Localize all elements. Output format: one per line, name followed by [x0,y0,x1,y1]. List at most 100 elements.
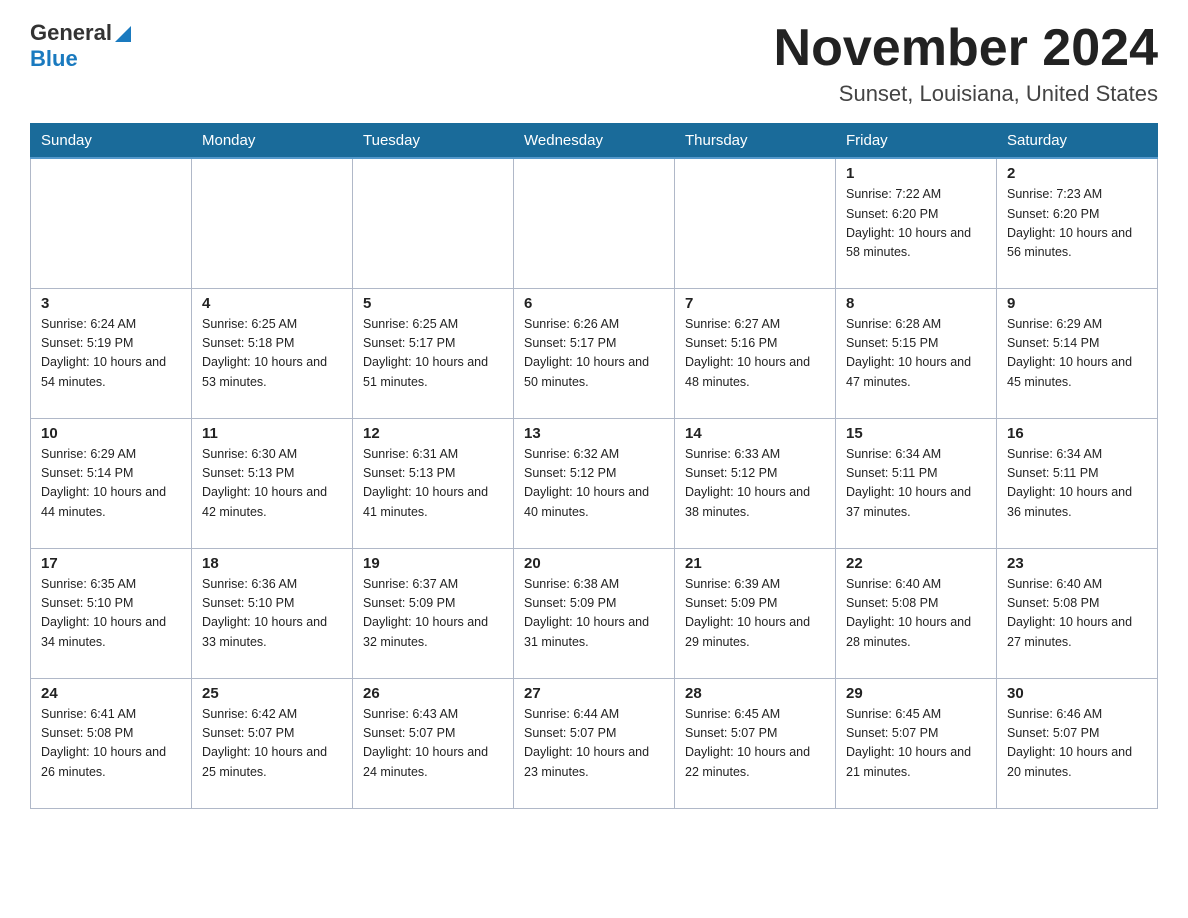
weekday-header-sunday: Sunday [31,124,192,159]
calendar-cell: 17Sunrise: 6:35 AMSunset: 5:10 PMDayligh… [31,548,192,678]
day-number: 1 [846,165,986,182]
day-detail: Sunrise: 6:45 AMSunset: 5:07 PMDaylight:… [846,705,986,783]
calendar-cell: 27Sunrise: 6:44 AMSunset: 5:07 PMDayligh… [514,678,675,808]
day-detail: Sunrise: 6:38 AMSunset: 5:09 PMDaylight:… [524,575,664,653]
day-detail: Sunrise: 7:23 AMSunset: 6:20 PMDaylight:… [1007,185,1147,263]
day-number: 21 [685,555,825,572]
day-detail: Sunrise: 6:31 AMSunset: 5:13 PMDaylight:… [363,445,503,523]
logo-general-text: General [30,20,112,46]
calendar-cell: 5 Sunrise: 6:25 AMSunset: 5:17 PMDaylight… [353,288,514,418]
day-number: 4 [202,295,342,312]
calendar-cell: 18Sunrise: 6:36 AMSunset: 5:10 PMDayligh… [192,548,353,678]
day-number: 29 [846,685,986,702]
calendar-cell: 10 Sunrise: 6:29 AMSunset: 5:14 PMDayligh… [31,418,192,548]
day-number: 8 [846,295,986,312]
calendar-week-row: 24Sunrise: 6:41 AMSunset: 5:08 PMDayligh… [31,678,1158,808]
calendar-cell: 24Sunrise: 6:41 AMSunset: 5:08 PMDayligh… [31,678,192,808]
day-number: 18 [202,555,342,572]
calendar-cell: 26 Sunrise: 6:43 AMSunset: 5:07 PMDayligh… [353,678,514,808]
day-detail: Sunrise: 6:44 AMSunset: 5:07 PMDaylight:… [524,705,664,783]
calendar-table: SundayMondayTuesdayWednesdayThursdayFrid… [30,123,1158,809]
day-number: 10 [41,425,181,442]
calendar-cell: 15Sunrise: 6:34 AMSunset: 5:11 PMDayligh… [836,418,997,548]
weekday-header-saturday: Saturday [997,124,1158,159]
day-number: 23 [1007,555,1147,572]
calendar-week-row: 10 Sunrise: 6:29 AMSunset: 5:14 PMDayligh… [31,418,1158,548]
weekday-header-tuesday: Tuesday [353,124,514,159]
calendar-cell: 9 Sunrise: 6:29 AMSunset: 5:14 PMDaylight… [997,288,1158,418]
calendar-header: SundayMondayTuesdayWednesdayThursdayFrid… [31,124,1158,159]
calendar-cell: 3 Sunrise: 6:24 AMSunset: 5:19 PMDaylight… [31,288,192,418]
day-detail: Sunrise: 6:29 AMSunset: 5:14 PMDaylight:… [1007,315,1147,393]
calendar-cell: 14 Sunrise: 6:33 AMSunset: 5:12 PMDayligh… [675,418,836,548]
day-number: 6 [524,295,664,312]
day-detail: Sunrise: 6:34 AMSunset: 5:11 PMDaylight:… [1007,445,1147,523]
calendar-body: 1Sunrise: 7:22 AMSunset: 6:20 PMDaylight… [31,158,1158,808]
weekday-header-row: SundayMondayTuesdayWednesdayThursdayFrid… [31,124,1158,159]
calendar-cell: 30 Sunrise: 6:46 AMSunset: 5:07 PMDayligh… [997,678,1158,808]
day-number: 13 [524,425,664,442]
calendar-cell [31,158,192,288]
calendar-cell [353,158,514,288]
calendar-cell: 23Sunrise: 6:40 AMSunset: 5:08 PMDayligh… [997,548,1158,678]
calendar-week-row: 3 Sunrise: 6:24 AMSunset: 5:19 PMDaylight… [31,288,1158,418]
calendar-cell: 1Sunrise: 7:22 AMSunset: 6:20 PMDaylight… [836,158,997,288]
day-number: 12 [363,425,503,442]
calendar-cell: 4 Sunrise: 6:25 AMSunset: 5:18 PMDaylight… [192,288,353,418]
calendar-cell: 16Sunrise: 6:34 AMSunset: 5:11 PMDayligh… [997,418,1158,548]
title-area: November 2024 Sunset, Louisiana, United … [774,20,1158,107]
logo-blue-text: Blue [30,46,78,71]
day-detail: Sunrise: 6:41 AMSunset: 5:08 PMDaylight:… [41,705,181,783]
day-detail: Sunrise: 6:25 AMSunset: 5:18 PMDaylight:… [202,315,342,393]
calendar-cell: 7 Sunrise: 6:27 AMSunset: 5:16 PMDaylight… [675,288,836,418]
calendar-cell [514,158,675,288]
page-header: General Blue November 2024 Sunset, Louis… [30,20,1158,107]
day-number: 15 [846,425,986,442]
day-number: 25 [202,685,342,702]
calendar-cell: 29 Sunrise: 6:45 AMSunset: 5:07 PMDayligh… [836,678,997,808]
day-detail: Sunrise: 6:46 AMSunset: 5:07 PMDaylight:… [1007,705,1147,783]
calendar-week-row: 1Sunrise: 7:22 AMSunset: 6:20 PMDaylight… [31,158,1158,288]
day-detail: Sunrise: 6:25 AMSunset: 5:17 PMDaylight:… [363,315,503,393]
day-detail: Sunrise: 6:39 AMSunset: 5:09 PMDaylight:… [685,575,825,653]
day-number: 9 [1007,295,1147,312]
day-detail: Sunrise: 6:28 AMSunset: 5:15 PMDaylight:… [846,315,986,393]
day-detail: Sunrise: 6:32 AMSunset: 5:12 PMDaylight:… [524,445,664,523]
day-number: 28 [685,685,825,702]
calendar-cell: 12 Sunrise: 6:31 AMSunset: 5:13 PMDayligh… [353,418,514,548]
calendar-cell: 13 Sunrise: 6:32 AMSunset: 5:12 PMDayligh… [514,418,675,548]
day-detail: Sunrise: 6:27 AMSunset: 5:16 PMDaylight:… [685,315,825,393]
day-detail: Sunrise: 6:40 AMSunset: 5:08 PMDaylight:… [846,575,986,653]
day-number: 14 [685,425,825,442]
day-detail: Sunrise: 6:43 AMSunset: 5:07 PMDaylight:… [363,705,503,783]
calendar-cell: 25 Sunrise: 6:42 AMSunset: 5:07 PMDayligh… [192,678,353,808]
calendar-cell: 11 Sunrise: 6:30 AMSunset: 5:13 PMDayligh… [192,418,353,548]
calendar-cell [675,158,836,288]
logo: General Blue [30,20,131,72]
weekday-header-thursday: Thursday [675,124,836,159]
day-number: 22 [846,555,986,572]
day-detail: Sunrise: 6:42 AMSunset: 5:07 PMDaylight:… [202,705,342,783]
day-number: 7 [685,295,825,312]
weekday-header-wednesday: Wednesday [514,124,675,159]
day-number: 11 [202,425,342,442]
day-detail: Sunrise: 6:33 AMSunset: 5:12 PMDaylight:… [685,445,825,523]
calendar-cell [192,158,353,288]
day-detail: Sunrise: 6:26 AMSunset: 5:17 PMDaylight:… [524,315,664,393]
calendar-cell: 6 Sunrise: 6:26 AMSunset: 5:17 PMDaylight… [514,288,675,418]
calendar-cell: 2Sunrise: 7:23 AMSunset: 6:20 PMDaylight… [997,158,1158,288]
calendar-cell: 21 Sunrise: 6:39 AMSunset: 5:09 PMDayligh… [675,548,836,678]
calendar-subtitle: Sunset, Louisiana, United States [774,81,1158,107]
day-number: 3 [41,295,181,312]
day-detail: Sunrise: 6:29 AMSunset: 5:14 PMDaylight:… [41,445,181,523]
weekday-header-friday: Friday [836,124,997,159]
day-number: 5 [363,295,503,312]
day-detail: Sunrise: 6:37 AMSunset: 5:09 PMDaylight:… [363,575,503,653]
calendar-cell: 22 Sunrise: 6:40 AMSunset: 5:08 PMDayligh… [836,548,997,678]
day-detail: Sunrise: 6:24 AMSunset: 5:19 PMDaylight:… [41,315,181,393]
day-number: 26 [363,685,503,702]
day-detail: Sunrise: 6:30 AMSunset: 5:13 PMDaylight:… [202,445,342,523]
day-detail: Sunrise: 6:35 AMSunset: 5:10 PMDaylight:… [41,575,181,653]
day-number: 30 [1007,685,1147,702]
calendar-cell: 8 Sunrise: 6:28 AMSunset: 5:15 PMDaylight… [836,288,997,418]
